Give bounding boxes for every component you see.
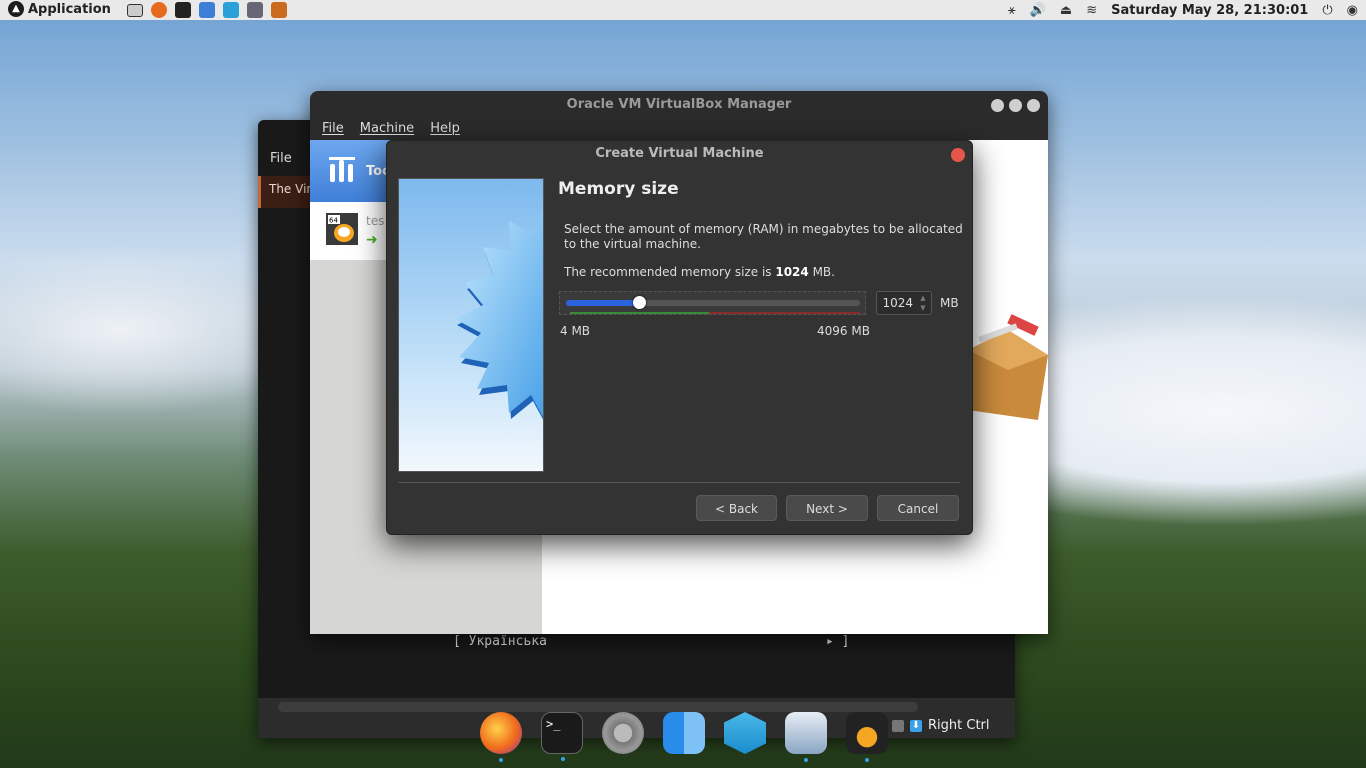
recommended-value: 1024 bbox=[775, 265, 809, 279]
network-icon[interactable] bbox=[724, 712, 766, 754]
menu-file[interactable]: File bbox=[322, 121, 344, 136]
terminal-icon[interactable]: >_ bbox=[541, 712, 583, 761]
accessibility-icon[interactable]: ⚹ bbox=[1008, 3, 1016, 18]
system-tray: ⚹ 🔊 ⏏ ≋ Saturday May 28, 21:30:01 ⏻ ◉ bbox=[1008, 0, 1366, 20]
preview-icon[interactable] bbox=[785, 712, 827, 762]
settings-icon[interactable] bbox=[602, 712, 644, 754]
keyboard-capture-icon: ⬇ bbox=[910, 719, 922, 732]
window-title: Oracle VM VirtualBox Manager bbox=[566, 97, 792, 112]
user-icon[interactable]: ◉ bbox=[1347, 3, 1358, 18]
console-arrow: ▸ ] bbox=[826, 634, 850, 649]
dialog-close-button[interactable] bbox=[951, 148, 965, 162]
dialog-separator bbox=[398, 482, 960, 483]
back-button[interactable]: < Back bbox=[696, 495, 777, 521]
slider-zones bbox=[570, 312, 860, 314]
clock[interactable]: Saturday May 28, 21:30:01 bbox=[1111, 3, 1308, 18]
next-button[interactable]: Next > bbox=[786, 495, 868, 521]
recommended-text: The recommended memory size is 1024 MB. bbox=[564, 265, 835, 279]
network-launcher-icon[interactable] bbox=[223, 2, 239, 18]
slider-track[interactable] bbox=[566, 296, 860, 309]
close-button[interactable] bbox=[1027, 99, 1040, 112]
tools-icon bbox=[326, 154, 358, 186]
maximize-button[interactable] bbox=[1009, 99, 1022, 112]
window-controls bbox=[991, 99, 1040, 112]
application-menu-label: Application bbox=[28, 1, 111, 17]
terminal-launcher-icon[interactable] bbox=[175, 2, 191, 18]
wifi-icon[interactable]: ≋ bbox=[1086, 3, 1097, 18]
page-heading: Memory size bbox=[558, 179, 679, 199]
drive-icon[interactable]: ⏏ bbox=[1060, 3, 1072, 18]
running-indicator bbox=[499, 758, 503, 762]
recommended-suffix: MB. bbox=[808, 265, 835, 279]
recommended-prefix: The recommended memory size is bbox=[564, 265, 776, 279]
spin-arrows[interactable]: ▲ ▼ bbox=[917, 293, 929, 313]
dock: >_ bbox=[480, 712, 888, 762]
preview-launcher-icon[interactable] bbox=[247, 2, 263, 18]
slider-min-label: 4 MB bbox=[560, 324, 591, 338]
running-indicator bbox=[804, 758, 808, 762]
wizard-star-illustration bbox=[398, 178, 544, 472]
top-panel: ▲ Application ⚹ 🔊 ⏏ ≋ Saturday May 28, 2… bbox=[0, 0, 1366, 20]
menu-machine[interactable]: Machine bbox=[360, 121, 414, 136]
slider-fill bbox=[566, 300, 640, 306]
svg-text:64: 64 bbox=[329, 217, 338, 225]
memory-value[interactable]: 1024 bbox=[882, 296, 913, 310]
dialog-title: Create Virtual Machine bbox=[595, 146, 764, 161]
finder-icon[interactable] bbox=[663, 712, 705, 754]
menu-bar: File Machine Help bbox=[322, 121, 460, 136]
memory-description: Select the amount of memory (RAM) in meg… bbox=[564, 222, 963, 251]
power-icon[interactable]: ⏻ bbox=[1322, 3, 1332, 18]
vm-status-icon bbox=[892, 719, 904, 732]
virtualbox-launcher-icon[interactable] bbox=[271, 2, 287, 18]
running-indicator bbox=[865, 758, 869, 762]
menu-help[interactable]: Help bbox=[430, 121, 460, 136]
vm-state-arrow-icon: ➜ bbox=[366, 232, 378, 248]
minimize-button[interactable] bbox=[991, 99, 1004, 112]
cancel-button[interactable]: Cancel bbox=[877, 495, 959, 521]
firefox-launcher-icon[interactable] bbox=[151, 2, 167, 18]
distro-logo-icon: ▲ bbox=[8, 1, 24, 17]
memory-slider[interactable] bbox=[559, 291, 866, 315]
toolbox-illustration-icon bbox=[968, 310, 1048, 420]
host-key-label: Right Ctrl bbox=[928, 718, 990, 733]
os-linux-64-icon: 64 bbox=[326, 213, 358, 245]
panel-launchers bbox=[127, 2, 287, 18]
files-launcher-icon[interactable] bbox=[199, 2, 215, 18]
slider-handle[interactable] bbox=[632, 296, 646, 309]
firefox-icon[interactable] bbox=[480, 712, 522, 762]
vm-tab[interactable]: The Virt bbox=[258, 176, 312, 208]
host-key-indicator: ⬇ Right Ctrl bbox=[892, 718, 990, 733]
volume-icon[interactable]: 🔊 bbox=[1030, 3, 1046, 18]
zone-danger bbox=[709, 312, 860, 314]
slider-max-label: 4096 MB bbox=[817, 324, 870, 338]
memory-spinbox[interactable]: 1024 ▲ ▼ bbox=[876, 291, 932, 315]
spin-up-icon[interactable]: ▲ bbox=[917, 293, 929, 303]
create-vm-dialog: Create Virtual Machine Memory size Selec… bbox=[386, 140, 973, 535]
virtualbox-icon[interactable] bbox=[846, 712, 888, 762]
running-indicator bbox=[561, 757, 565, 761]
desktop-icon[interactable] bbox=[127, 4, 143, 17]
memory-unit: MB bbox=[940, 296, 959, 310]
console-language-label: [ Українська bbox=[453, 634, 547, 649]
application-menu[interactable]: ▲ Application bbox=[8, 1, 111, 17]
zone-safe bbox=[570, 312, 710, 314]
spin-down-icon[interactable]: ▼ bbox=[917, 303, 929, 313]
vm-name: tes bbox=[366, 214, 385, 228]
vm-file-menu[interactable]: File bbox=[270, 151, 292, 166]
horizontal-scrollbar[interactable] bbox=[278, 702, 918, 712]
